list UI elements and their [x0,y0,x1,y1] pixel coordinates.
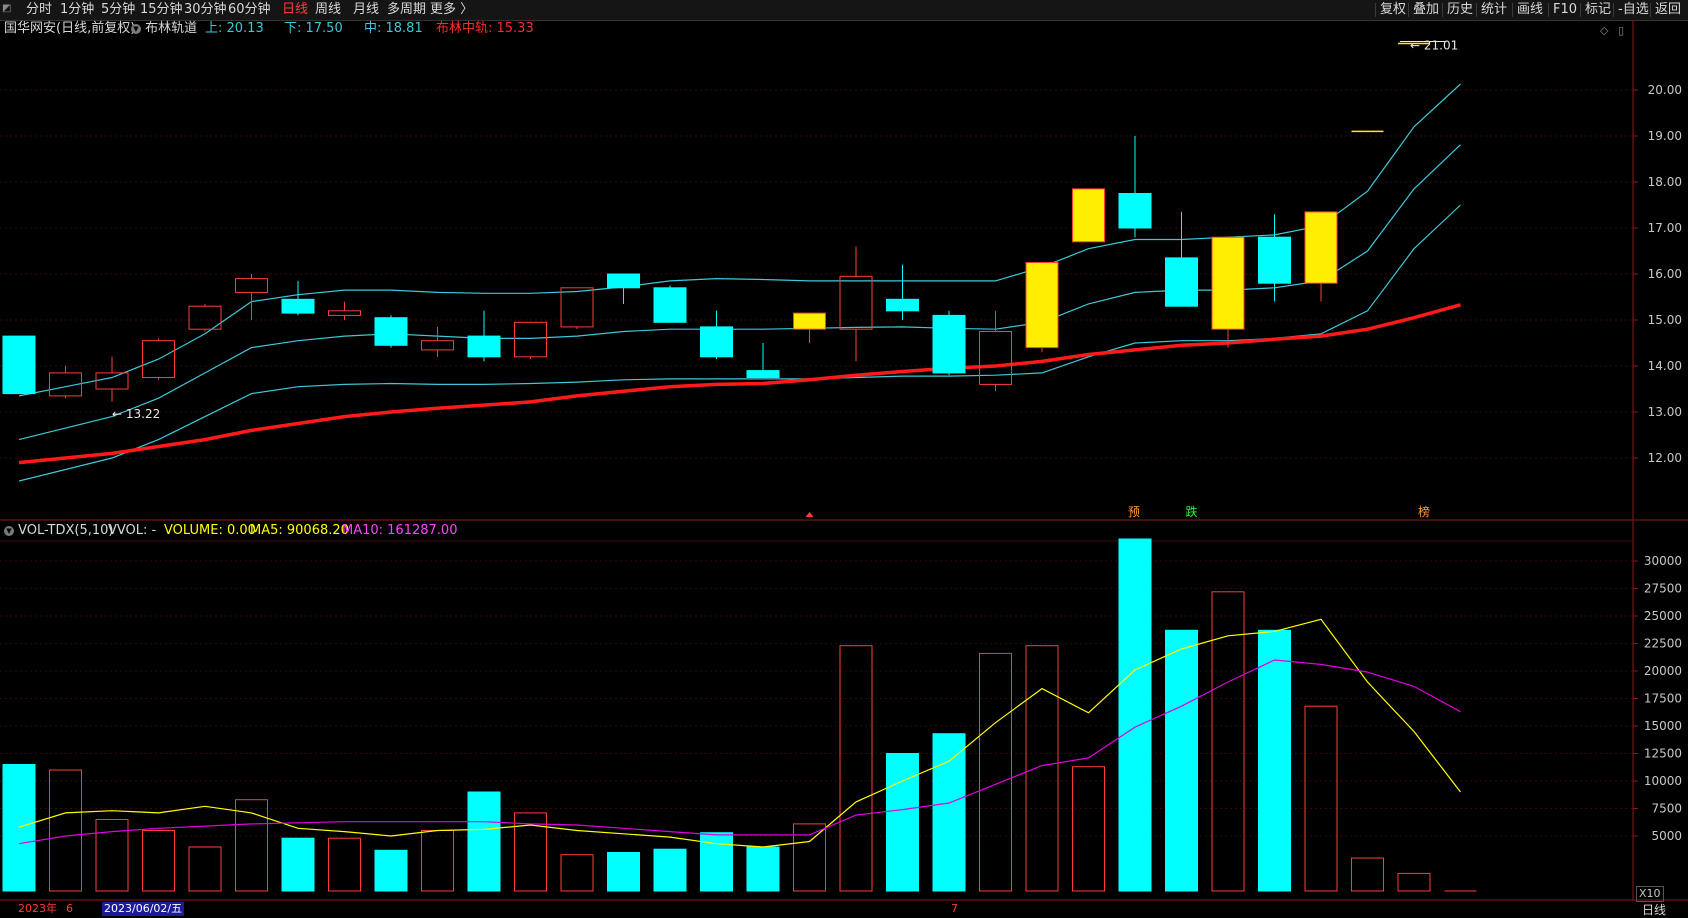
volume-bar [467,791,501,892]
candle-body [1304,211,1338,284]
volume-bar [932,733,966,892]
price-grid: 12.00 13.00 14.00 15.00 16.00 17.00 18.00 19.00… [0,83,1682,465]
cursor-date-label: 2023/06/02/五 [102,902,185,916]
candle-body [839,275,873,330]
candle-body [1025,262,1059,349]
candle-body [653,287,687,323]
volume-tick-label: 27500 [1644,582,1682,596]
candle-body [235,278,268,293]
candle-body [793,312,826,330]
candle-body [467,335,501,358]
candle-body [374,317,408,346]
candle-body [1258,236,1291,284]
candle-body [328,310,361,316]
candle-body [281,298,315,314]
low-price-label: ← 13.22 [112,407,160,421]
candles [2,42,1430,402]
volume-bar [1351,857,1384,892]
volume-bar [607,852,640,892]
volume-bar [374,849,408,892]
candle-body [1211,236,1245,330]
period-label[interactable]: 日线 [1642,903,1666,917]
volume-bar [979,652,1012,892]
candle-body [95,372,129,390]
volume-bar [1397,872,1431,892]
zoom-label[interactable]: X10 [1636,886,1664,902]
candle-body [2,335,36,395]
candle-body [979,331,1012,385]
candle-body [607,273,640,289]
volume-tick-label: 30000 [1644,554,1682,568]
price-tick-label: 16.00 [1648,267,1682,281]
event-tag: 榜 [1418,504,1430,519]
price-tick-label: 15.00 [1648,313,1682,327]
stock-chart[interactable]: 12.00 13.00 14.00 15.00 16.00 17.00 18.00 19.00… [0,0,1688,918]
candle-body [932,314,966,374]
volume-bar [2,764,36,892]
volume-tick-label: 5000 [1651,829,1682,843]
annotations: ← 21.01 ← 13.22 预 跌 榜 [112,39,1458,519]
price-tick-label: 18.00 [1648,175,1682,189]
volume-bar [1072,766,1105,892]
volume-bar [328,837,361,892]
event-tag: 预 [1128,505,1140,519]
volume-bar [886,753,919,892]
price-tick-label: 17.00 [1648,221,1682,235]
volume-bar [793,823,826,892]
volume-tick-label: 12500 [1644,747,1682,761]
volume-bar [1258,629,1291,892]
volume-tick-label: 25000 [1644,609,1682,623]
volume-tick-label: 22500 [1644,637,1682,651]
candle-body [886,298,919,312]
volume-bar [700,832,733,892]
volume-bar [1211,591,1245,892]
high-price-label: ← 21.01 [1410,39,1458,53]
price-tick-label: 13.00 [1648,405,1682,419]
volume-bar [49,769,82,892]
candle-body [421,340,454,351]
price-tick-label: 20.00 [1648,83,1682,97]
volume-bar [421,830,454,892]
volume-bar [188,846,222,892]
volume-bar [653,848,687,892]
price-tick-label: 19.00 [1648,129,1682,143]
volume-bar [281,837,315,892]
volume-bar [1118,538,1152,892]
volume-tick-label: 17500 [1644,692,1682,706]
volume-bars [2,538,1477,892]
candle-body [700,326,733,358]
month-june-label: 6 [66,902,73,915]
candle-body [1165,257,1198,307]
candle-body [514,321,547,358]
price-tick-label: 12.00 [1648,451,1682,465]
volume-tick-label: 20000 [1644,664,1682,678]
volume-bar [839,645,873,892]
candle-body [1072,188,1105,243]
up-arrow-icon [805,512,814,517]
volume-bar [142,830,175,892]
volume-tick-label: 7500 [1651,802,1682,816]
event-tag: 跌 [1186,504,1198,519]
month-july-label: 7 [951,902,958,915]
volume-bar [746,846,780,892]
volume-bar [1304,705,1338,892]
volume-tick-label: 10000 [1644,774,1682,788]
year-label: 2023年 [18,902,57,915]
volume-bar [1025,645,1059,892]
candle-body [1118,193,1152,229]
candle-body [746,370,780,379]
price-tick-label: 14.00 [1648,359,1682,373]
volume-tick-label: 15000 [1644,719,1682,733]
volume-bar [560,854,594,892]
volume-bar [1165,629,1198,892]
candle-body [560,287,594,328]
